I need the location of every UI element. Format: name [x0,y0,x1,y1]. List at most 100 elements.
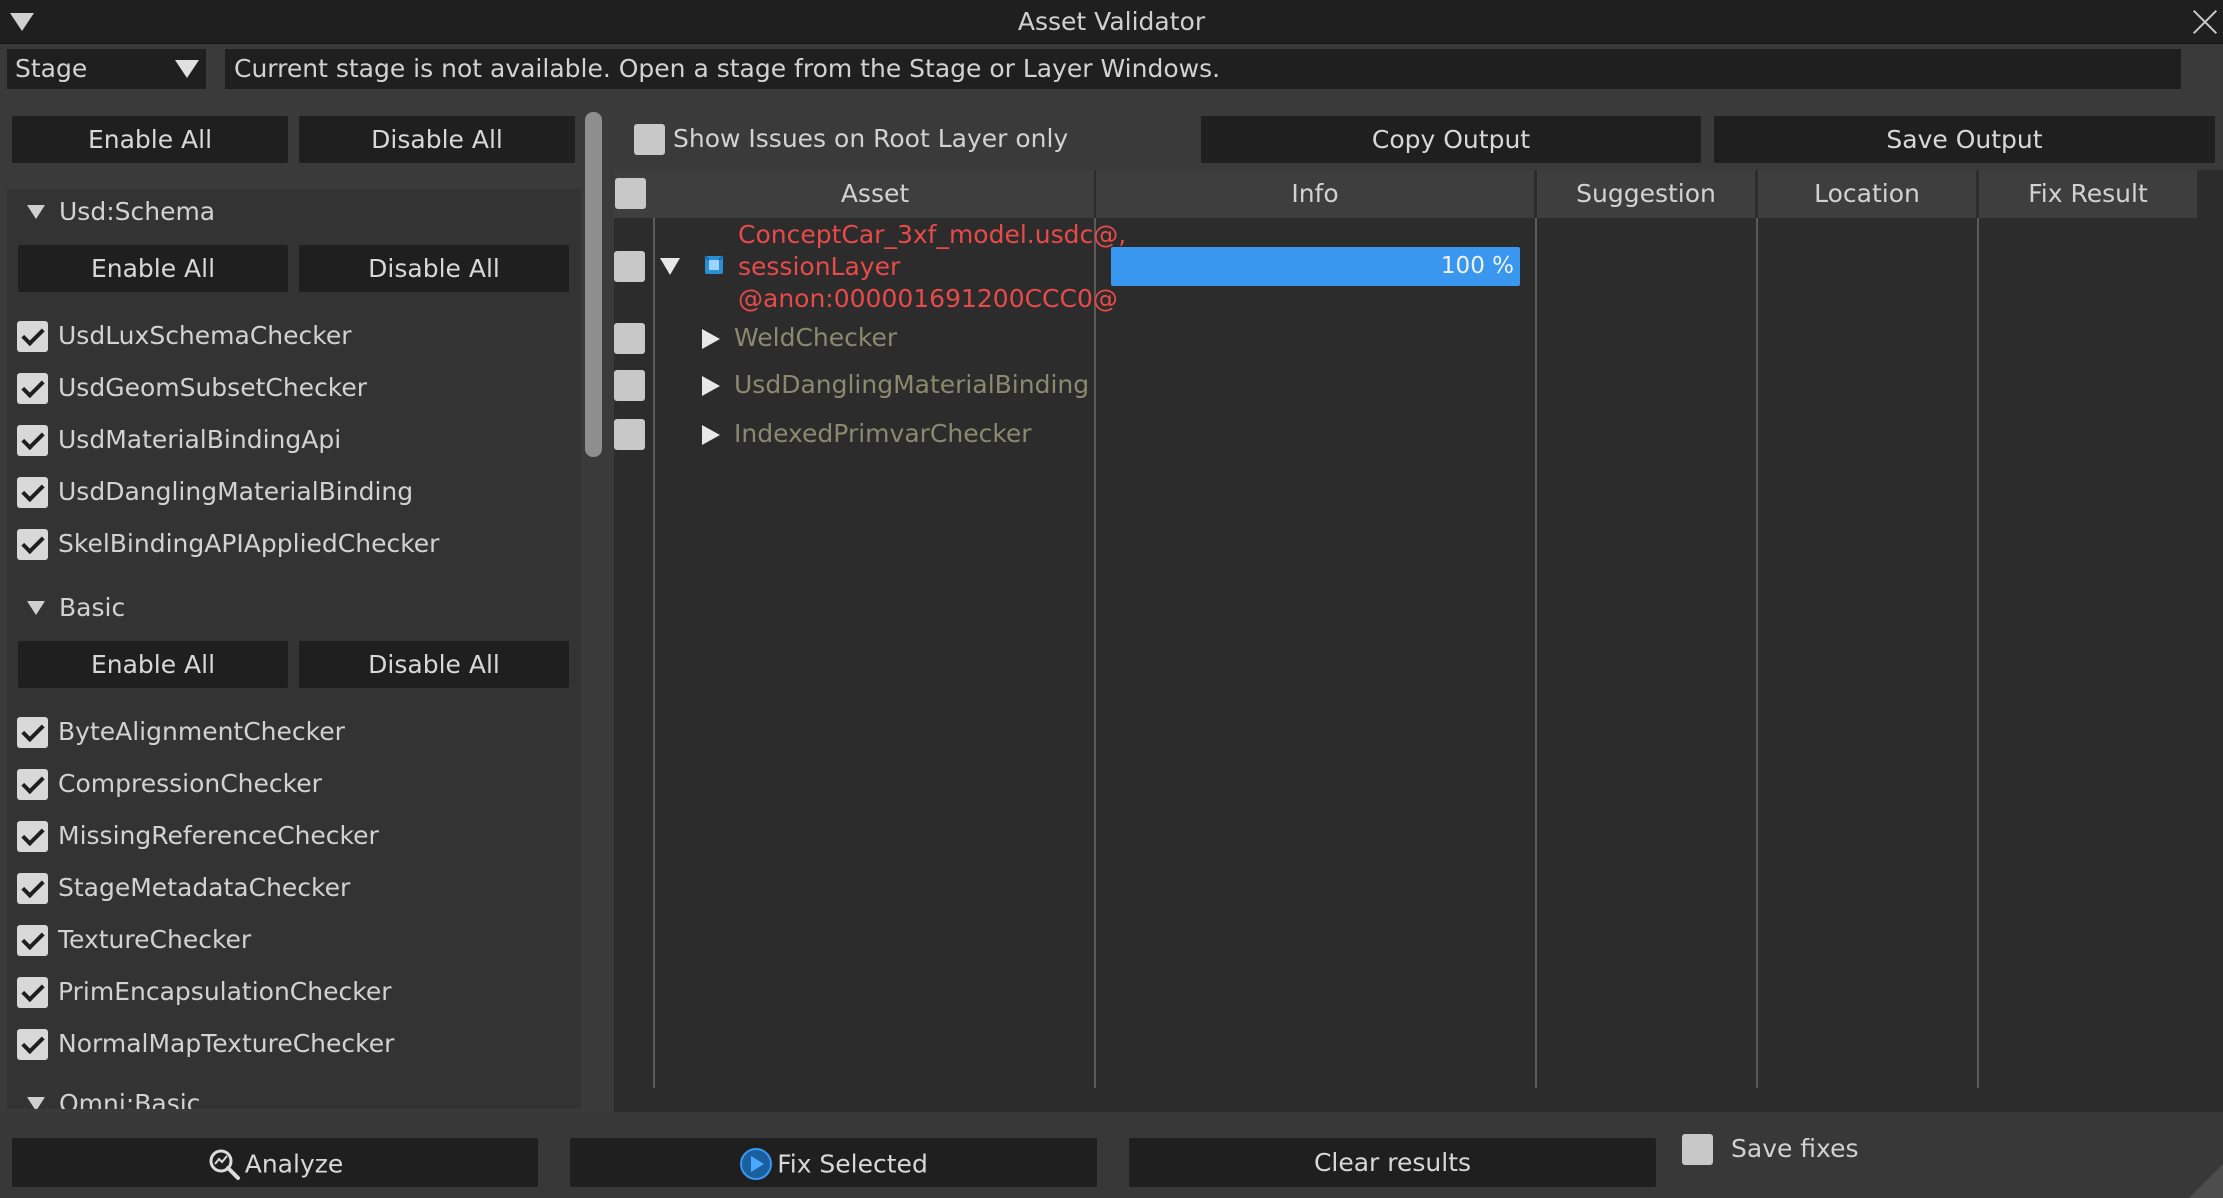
root-layer-only-checkbox[interactable] [634,124,665,155]
checker-row[interactable]: UsdDanglingMaterialBinding [13,475,573,511]
group-title: Omni:Basic [59,1089,201,1109]
chevron-down-icon [27,1097,45,1109]
column-divider[interactable] [1535,218,1537,1088]
checker-list-panel: Usd:Schema Enable All Disable All UsdLux… [7,189,581,1109]
checker-row[interactable]: SkelBindingAPIAppliedChecker [13,527,573,563]
analyze-label: Analyze [244,1149,344,1179]
checker-row[interactable]: StageMetadataChecker [13,871,573,907]
root-layer-only-label: Show Issues on Root Layer only [673,124,1069,153]
analyze-button[interactable]: Analyze [12,1138,538,1187]
expand-row-icon[interactable] [702,329,720,349]
checker-label: ByteAlignmentChecker [58,717,345,746]
group-header-usd-schema[interactable]: Usd:Schema [27,197,527,229]
checker-label: StageMetadataChecker [58,873,351,902]
column-header-location[interactable]: Location [1758,170,1976,218]
analyze-icon [209,1149,240,1180]
group-header-basic[interactable]: Basic [27,593,527,625]
checker-row[interactable]: ByteAlignmentChecker [13,715,573,751]
checker-row[interactable]: MissingReferenceChecker [13,819,573,855]
root-asset-line1[interactable]: ConceptCar_3xf_model.usdc@, [738,220,1126,249]
checker-label: UsdMaterialBindingApi [58,425,342,454]
copy-output-button[interactable]: Copy Output [1201,116,1701,163]
checker-checkbox[interactable] [17,529,48,560]
expand-row-icon[interactable] [702,376,720,396]
row-checkbox[interactable] [614,251,645,282]
column-header-fix-result[interactable]: Fix Result [1979,170,2197,218]
checker-row[interactable]: UsdLuxSchemaChecker [13,319,573,355]
row-checkbox[interactable] [614,323,645,354]
checker-checkbox[interactable] [17,873,48,904]
left-panel-scrollbar[interactable] [585,112,602,457]
checker-label: UsdGeomSubsetChecker [58,373,368,402]
dropdown-arrow-icon[interactable] [172,49,202,89]
title-bar: Asset Validator [0,0,2223,44]
group-header-omni-basic[interactable]: Omni:Basic [27,1089,527,1109]
resize-grip-icon[interactable] [2189,1164,2223,1198]
checker-label: CompressionChecker [58,769,322,798]
column-divider[interactable] [1756,218,1758,1088]
progress-percent: 100 % [1440,253,1514,279]
save-fixes-label: Save fixes [1731,1134,1859,1163]
close-icon[interactable] [2192,9,2218,35]
root-asset-line3[interactable]: @anon:000001691200CCC0@ [738,284,1118,313]
column-header-asset[interactable]: Asset [656,170,1094,218]
row-checkbox[interactable] [614,370,645,401]
layer-file-icon [704,255,724,274]
checker-checkbox[interactable] [17,425,48,456]
chevron-down-icon [27,205,45,219]
checker-label: MissingReferenceChecker [58,821,379,850]
checker-row[interactable]: UsdMaterialBindingApi [13,423,573,459]
checker-checkbox[interactable] [17,373,48,404]
save-output-button[interactable]: Save Output [1714,116,2215,163]
checker-row[interactable]: CompressionChecker [13,767,573,803]
validation-progress-bar: 100 % [1111,247,1520,286]
checker-checkbox[interactable] [17,321,48,352]
expand-row-icon[interactable] [702,425,720,445]
window-title: Asset Validator [1017,7,1206,36]
select-all-checkbox[interactable] [615,178,646,209]
checker-row[interactable]: TextureChecker [13,923,573,959]
group-title: Usd:Schema [59,197,216,226]
fix-selected-button[interactable]: Fix Selected [570,1138,1097,1187]
checker-checkbox[interactable] [17,977,48,1008]
row-checkbox[interactable] [614,419,645,450]
checker-row[interactable]: UsdGeomSubsetChecker [13,371,573,407]
stage-mode-value: Stage [15,54,88,83]
root-asset-line2[interactable]: sessionLayer [738,252,900,281]
checker-checkbox[interactable] [17,925,48,956]
group-enable-all-button[interactable]: Enable All [18,245,288,292]
group-enable-all-button[interactable]: Enable All [18,641,288,688]
expand-row-icon[interactable] [660,258,680,275]
checker-label: UsdLuxSchemaChecker [58,321,352,350]
column-divider[interactable] [1094,218,1096,1088]
checker-result-item[interactable]: UsdDanglingMaterialBinding [734,370,1089,399]
enable-all-button[interactable]: Enable All [12,116,288,163]
checker-label: NormalMapTextureChecker [58,1029,395,1058]
column-header-info[interactable]: Info [1096,170,1534,218]
stage-mode-dropdown[interactable]: Stage [7,49,206,89]
checker-result-item[interactable]: IndexedPrimvarChecker [734,419,1032,448]
column-divider[interactable] [1977,218,1979,1088]
group-title: Basic [59,593,126,622]
checker-label: SkelBindingAPIAppliedChecker [58,529,440,558]
fix-icon [740,1148,773,1180]
checker-checkbox[interactable] [17,769,48,800]
fix-selected-label: Fix Selected [777,1149,928,1179]
checker-checkbox[interactable] [17,717,48,748]
checker-checkbox[interactable] [17,821,48,852]
group-disable-all-button[interactable]: Disable All [299,245,569,292]
checker-row[interactable]: PrimEncapsulationChecker [13,975,573,1011]
column-header-suggestion[interactable]: Suggestion [1537,170,1755,218]
checker-label: TextureChecker [58,925,252,954]
group-disable-all-button[interactable]: Disable All [299,641,569,688]
checker-checkbox[interactable] [17,1029,48,1060]
clear-results-button[interactable]: Clear results [1129,1138,1656,1187]
checker-label: PrimEncapsulationChecker [58,977,392,1006]
checker-label: UsdDanglingMaterialBinding [58,477,414,506]
checker-checkbox[interactable] [17,477,48,508]
checker-row[interactable]: NormalMapTextureChecker [13,1027,573,1063]
column-divider [653,218,655,1088]
save-fixes-checkbox[interactable] [1682,1134,1713,1165]
checker-result-item[interactable]: WeldChecker [734,323,897,352]
disable-all-button[interactable]: Disable All [299,116,575,163]
